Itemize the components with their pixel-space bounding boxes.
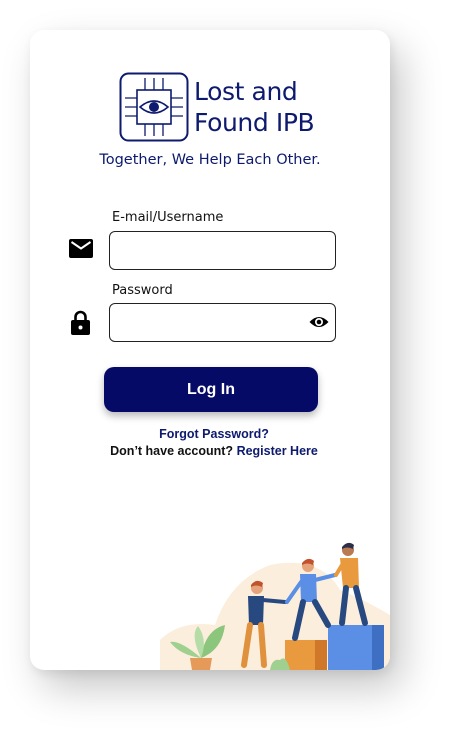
envelope-icon: [69, 239, 93, 258]
app-name: Lost and Found IPB: [194, 76, 315, 138]
login-card: Lost and Found IPB Together, We Help Eac…: [30, 30, 390, 670]
email-field[interactable]: [109, 231, 336, 270]
app-name-line2: Found IPB: [194, 108, 315, 137]
email-input[interactable]: [110, 232, 310, 269]
register-link[interactable]: Register Here: [237, 444, 318, 458]
password-label: Password: [112, 283, 173, 298]
password-input[interactable]: [110, 304, 310, 341]
forgot-password-link[interactable]: Forgot Password?: [30, 427, 390, 441]
tagline: Together, We Help Each Other.: [99, 152, 321, 168]
password-field[interactable]: [109, 303, 336, 342]
email-label: E-mail/Username: [112, 210, 224, 225]
register-line: Don’t have account? Register Here: [30, 444, 390, 458]
app-name-line1: Lost and: [194, 77, 298, 106]
brand-header: Lost and Found IPB: [119, 72, 315, 142]
no-account-text: Don’t have account?: [110, 444, 234, 458]
eye-chip-logo-icon: [119, 72, 189, 142]
lock-icon: [71, 310, 90, 335]
eye-icon[interactable]: [309, 314, 329, 330]
login-button[interactable]: Log In: [104, 367, 318, 412]
teamwork-illustration: [160, 542, 390, 670]
